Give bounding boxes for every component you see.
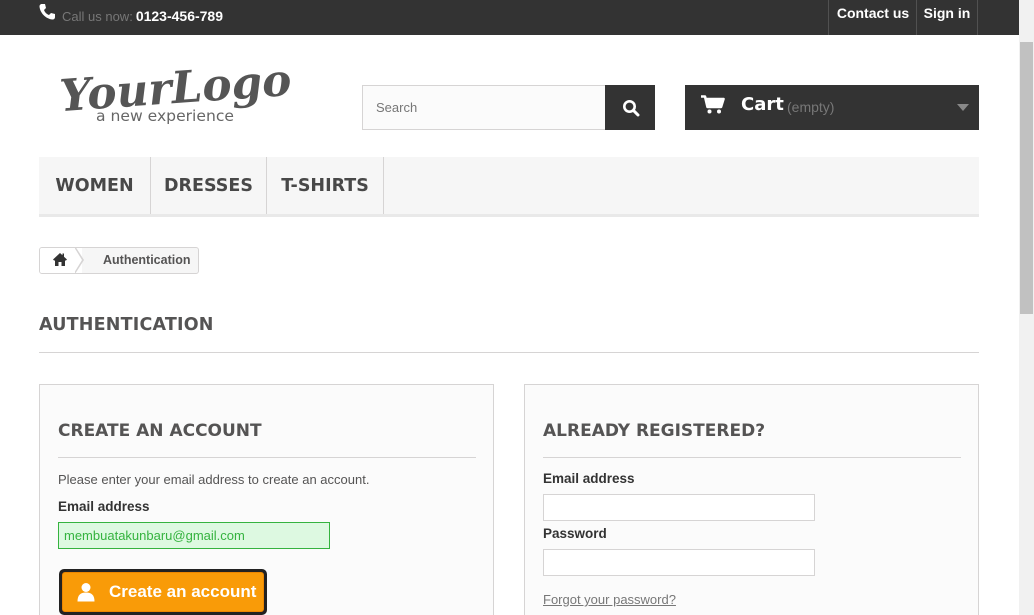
breadcrumb-separator-inner: [74, 248, 82, 273]
login-box: ALREADY REGISTERED? Email address Passwo…: [524, 384, 979, 615]
create-account-button[interactable]: Create an account: [59, 569, 267, 615]
call-us-label: Call us now:: [62, 9, 133, 24]
menu-item-women[interactable]: WOMEN: [39, 157, 151, 214]
create-email-field[interactable]: membuatakunbaru@gmail.com: [58, 522, 330, 549]
search-box: [362, 85, 606, 130]
breadcrumb: Authentication: [39, 247, 199, 274]
login-email-field[interactable]: [543, 494, 815, 521]
search-input[interactable]: [363, 86, 605, 129]
top-bar: Call us now: 0123-456-789 Contact us Sign…: [0, 0, 1019, 35]
logo-tagline: a new experience: [96, 107, 234, 125]
divider: [58, 457, 476, 458]
create-account-intro: Please enter your email address to creat…: [58, 472, 370, 487]
cart-icon: [701, 95, 725, 114]
divider: [39, 352, 979, 353]
password-field[interactable]: [543, 549, 815, 576]
home-icon: [53, 253, 67, 266]
create-account-title: CREATE AN ACCOUNT: [58, 421, 262, 441]
login-title: ALREADY REGISTERED?: [543, 421, 766, 441]
search-button[interactable]: [605, 85, 655, 130]
cart-status: (empty): [787, 99, 835, 115]
page-title: AUTHENTICATION: [39, 315, 214, 335]
search-icon: [623, 100, 640, 117]
contact-us-link[interactable]: Contact us: [828, 0, 917, 35]
main-menu: WOMEN DRESSES T-SHIRTS: [39, 157, 979, 217]
password-label: Password: [543, 526, 607, 541]
call-us-text: Call us now: 0123-456-789: [62, 8, 223, 24]
scrollbar-thumb[interactable]: [1020, 42, 1033, 314]
create-account-box: CREATE AN ACCOUNT Please enter your emai…: [39, 384, 494, 615]
login-email-label: Email address: [543, 471, 635, 486]
breadcrumb-current: Authentication: [103, 253, 191, 267]
create-email-label: Email address: [58, 499, 150, 514]
menu-item-tshirts[interactable]: T-SHIRTS: [267, 157, 384, 214]
menu-item-dresses[interactable]: DRESSES: [151, 157, 267, 214]
create-account-label: Create an account: [109, 582, 257, 601]
cart-block[interactable]: Cart (empty): [685, 85, 979, 130]
forgot-password-link[interactable]: Forgot your password?: [543, 592, 676, 607]
phone-number: 0123-456-789: [135, 8, 223, 24]
cart-label: Cart: [741, 94, 784, 115]
user-icon: [77, 583, 95, 602]
divider: [543, 457, 961, 458]
site-logo[interactable]: YourLogo a new experience: [56, 55, 301, 130]
create-account-button-face[interactable]: Create an account: [62, 572, 264, 612]
sign-in-link[interactable]: Sign in: [916, 0, 978, 35]
phone-icon: [38, 3, 56, 21]
caret-down-icon[interactable]: [957, 104, 969, 111]
